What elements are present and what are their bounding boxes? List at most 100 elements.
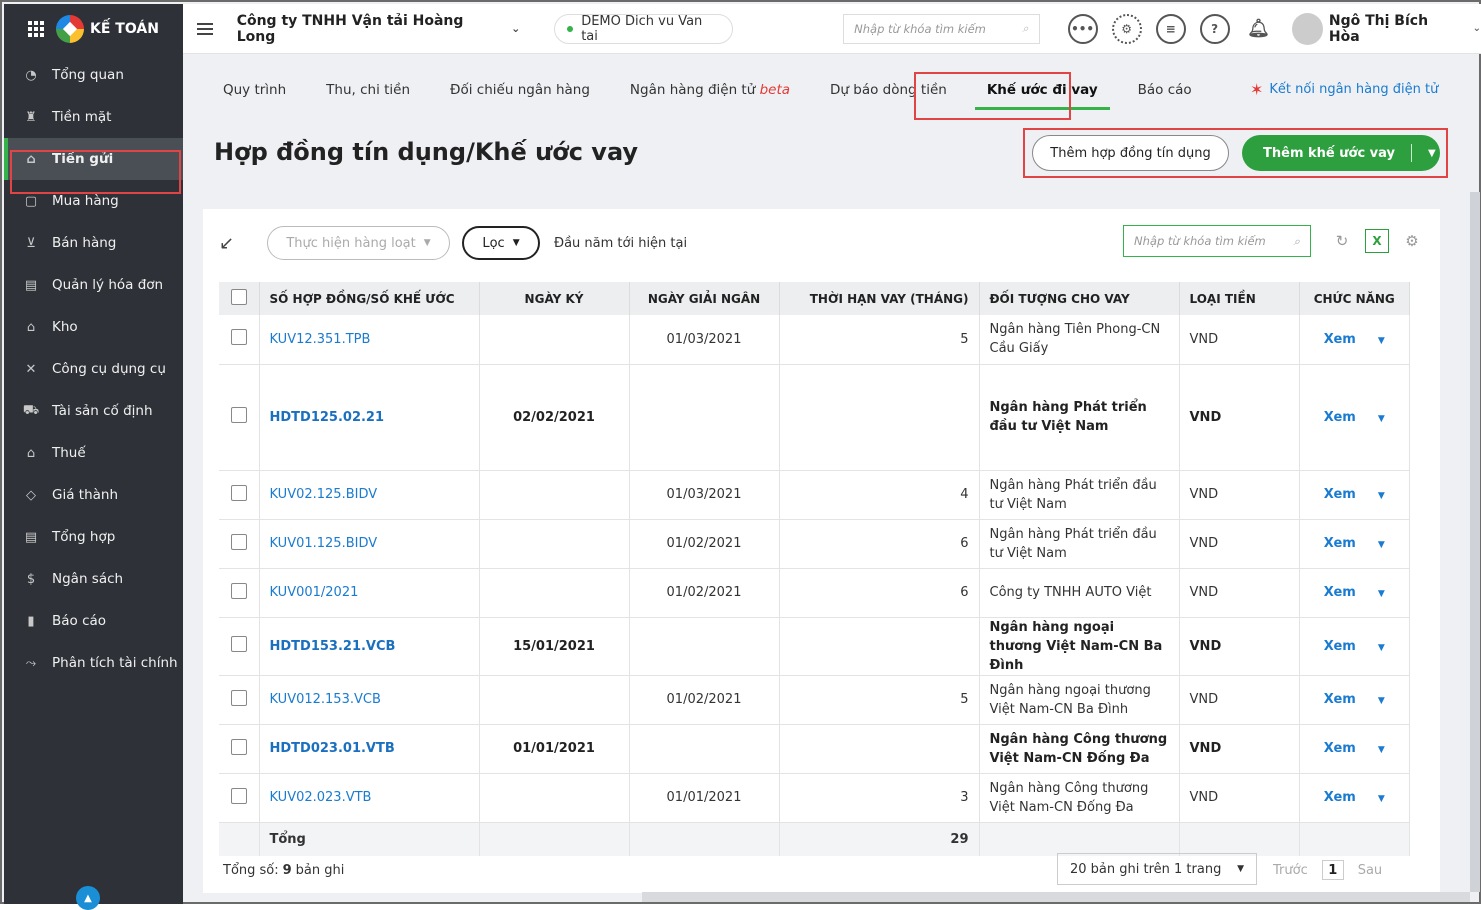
sidebar-item-9[interactable]: ⌂ Thuế <box>4 432 183 474</box>
tab-3[interactable]: Ngân hàng điện tử beta <box>630 82 790 98</box>
bell-icon[interactable]: 🔔︎ <box>1244 14 1274 44</box>
view-button[interactable]: Xem ▼ <box>1324 332 1385 347</box>
sidebar-item-1[interactable]: ♜ Tiền mặt <box>4 96 183 138</box>
row-checkbox[interactable] <box>230 738 247 755</box>
contract-no-link[interactable]: KUV01.125.BIDV <box>270 536 378 551</box>
contract-no-link[interactable]: HDTD023.01.VTB <box>270 741 395 756</box>
page-size-select[interactable]: 20 bản ghi trên 1 trang ▼ <box>1057 853 1257 885</box>
table-row[interactable]: KUV02.023.VTB 01/01/2021 3 Ngân hàng Công t… <box>219 773 1410 823</box>
row-checkbox[interactable] <box>230 582 247 599</box>
col-contract-no[interactable]: SỐ HỢP ĐỒNG/SỐ KHẾ ƯỚC <box>259 282 480 315</box>
col-sign-date[interactable]: NGÀY KÝ <box>479 282 630 315</box>
refresh-icon[interactable]: ↻ <box>1330 229 1354 253</box>
connect-ebank-link[interactable]: ✶ Kết nối ngân hàng điện tử <box>1250 80 1438 99</box>
view-button[interactable]: Xem ▼ <box>1324 487 1385 502</box>
demo-database-badge[interactable]: DEMO Dich vu Van tai <box>554 13 734 44</box>
table-row[interactable]: KUV01.125.BIDV 01/02/2021 6 Ngân hàng Phát … <box>219 519 1410 569</box>
company-selector[interactable]: Công ty TNHH Vận tải Hoàng Long ⌄ <box>237 13 521 45</box>
sidebar-item-0[interactable]: ◔ Tổng quan <box>4 54 183 96</box>
more-icon[interactable]: ••• <box>1067 13 1098 44</box>
col-disbursement-date[interactable]: NGÀY GIẢI NGÂN <box>629 282 780 315</box>
sidebar-item-11[interactable]: ▤ Tổng hợp <box>4 516 183 558</box>
col-lender[interactable]: ĐỐI TƯỢNG CHO VAY <box>979 282 1180 315</box>
bulk-action-button[interactable]: Thực hiện hàng loạt ▼ <box>267 226 450 260</box>
tab-1[interactable]: Thu, chi tiền <box>326 82 410 98</box>
sort-icon[interactable]: ↙ <box>219 233 243 254</box>
contract-no-link[interactable]: KUV001/2021 <box>270 585 359 600</box>
sidebar-item-10[interactable]: ◇ Giá thành <box>4 474 183 516</box>
contract-no-link[interactable]: KUV02.023.VTB <box>270 790 372 805</box>
caret-down-icon[interactable]: ▼ <box>1378 491 1385 501</box>
excel-export-icon[interactable]: X <box>1365 229 1389 253</box>
contract-no-link[interactable]: KUV02.125.BIDV <box>270 487 378 502</box>
current-page[interactable]: 1 <box>1321 860 1344 880</box>
help-icon[interactable]: ? <box>1199 13 1230 44</box>
next-page-button[interactable]: Sau <box>1358 863 1382 878</box>
caret-down-icon[interactable]: ▼ <box>1378 336 1385 346</box>
view-button[interactable]: Xem ▼ <box>1324 639 1385 654</box>
sidebar-item-8[interactable]: ⛟ Tài sản cố định <box>4 390 183 432</box>
tab-6[interactable]: Báo cáo <box>1138 82 1192 98</box>
add-loan-button[interactable]: Thêm khế ước vay ▼ <box>1242 135 1440 171</box>
table-row[interactable]: KUV001/2021 01/02/2021 6 Công ty TNHH AUTO … <box>219 568 1410 618</box>
contract-no-link[interactable]: HDTD153.21.VCB <box>270 639 396 654</box>
chat-icon[interactable]: ≡ <box>1155 13 1186 44</box>
tab-2[interactable]: Đối chiếu ngân hàng <box>450 82 590 98</box>
row-checkbox[interactable] <box>230 484 247 501</box>
sidebar-item-6[interactable]: ⌂ Kho <box>4 306 183 348</box>
sidebar-item-12[interactable]: $ Ngân sách <box>4 558 183 600</box>
select-all-checkbox[interactable] <box>230 289 247 305</box>
sidebar-item-5[interactable]: ▤ Quản lý hóa đơn <box>4 264 183 306</box>
hamburger-menu-icon[interactable] <box>197 20 213 38</box>
scroll-up-icon[interactable]: ▲ <box>76 886 100 910</box>
col-term[interactable]: THỜI HẠN VAY (THÁNG) <box>779 282 980 315</box>
caret-down-icon[interactable]: ▼ <box>1378 643 1385 653</box>
grid-search-input[interactable]: Nhập từ khóa tìm kiếm ⌕ <box>1123 225 1311 257</box>
table-row[interactable]: KUV012.153.VCB 01/02/2021 5 Ngân hàng ngoại… <box>219 675 1410 725</box>
tab-0[interactable]: Quy trình <box>223 82 286 98</box>
contract-no-link[interactable]: KUV012.153.VCB <box>270 692 381 707</box>
prev-page-button[interactable]: Trước <box>1273 863 1308 878</box>
row-checkbox[interactable] <box>230 636 247 652</box>
apps-grid-icon[interactable] <box>28 21 44 37</box>
row-checkbox[interactable] <box>230 689 247 706</box>
view-button[interactable]: Xem ▼ <box>1324 790 1385 805</box>
sidebar-item-7[interactable]: ✕ Công cụ dụng cụ <box>4 348 183 390</box>
view-button[interactable]: Xem ▼ <box>1324 741 1385 756</box>
sidebar-item-4[interactable]: ⊻ Bán hàng <box>4 222 183 264</box>
filter-button[interactable]: Lọc ▼ <box>462 226 540 260</box>
row-checkbox[interactable] <box>230 533 247 550</box>
col-currency[interactable]: LOẠI TIỀN <box>1179 282 1300 315</box>
row-checkbox[interactable] <box>230 329 247 346</box>
settings-icon[interactable]: ⚙ <box>1400 229 1424 253</box>
view-button[interactable]: Xem ▼ <box>1324 410 1385 425</box>
vertical-scrollbar[interactable] <box>1470 192 1480 892</box>
table-row[interactable]: KUV02.125.BIDV 01/03/2021 4 Ngân hàng Phát … <box>219 470 1410 520</box>
contract-no-link[interactable]: HDTD125.02.21 <box>270 410 385 425</box>
contract-no-link[interactable]: KUV12.351.TPB <box>270 332 371 347</box>
caret-down-icon[interactable]: ▼ <box>1428 148 1436 159</box>
table-row[interactable]: HDTD125.02.21 02/02/2021 Ngân hàng Phát tr… <box>219 364 1410 471</box>
view-button[interactable]: Xem ▼ <box>1324 585 1385 600</box>
caret-down-icon[interactable]: ▼ <box>1378 540 1385 550</box>
caret-down-icon[interactable]: ▼ <box>1378 414 1385 424</box>
view-button[interactable]: Xem ▼ <box>1324 536 1385 551</box>
user-menu[interactable]: Ngô Thị Bích Hòa ⌄ <box>1291 12 1481 45</box>
add-credit-contract-button[interactable]: Thêm hợp đồng tín dụng <box>1032 135 1229 171</box>
table-row[interactable]: HDTD023.01.VTB 01/01/2021 Ngân hàng Công t… <box>219 724 1410 774</box>
horizontal-scrollbar[interactable] <box>642 892 1470 902</box>
gear-icon[interactable]: ⚙ <box>1111 13 1142 44</box>
caret-down-icon[interactable]: ▼ <box>1378 589 1385 599</box>
caret-down-icon[interactable]: ▼ <box>1378 696 1385 706</box>
row-checkbox[interactable] <box>230 407 247 423</box>
row-checkbox[interactable] <box>230 787 247 804</box>
caret-down-icon[interactable]: ▼ <box>1378 794 1385 804</box>
table-row[interactable]: HDTD153.21.VCB 15/01/2021 Ngân hàng ngoại … <box>219 617 1410 676</box>
sidebar-item-13[interactable]: ▮ Báo cáo <box>4 600 183 642</box>
global-search-input[interactable]: Nhập từ khóa tìm kiếm ⌕ <box>843 13 1040 44</box>
view-button[interactable]: Xem ▼ <box>1324 692 1385 707</box>
sidebar-item-14[interactable]: ⤳ Phân tích tài chính <box>4 642 183 684</box>
caret-down-icon[interactable]: ▼ <box>1378 745 1385 755</box>
sign-date-cell <box>479 519 630 569</box>
table-row[interactable]: KUV12.351.TPB 01/03/2021 5 Ngân hàng Tiên P… <box>219 315 1410 365</box>
